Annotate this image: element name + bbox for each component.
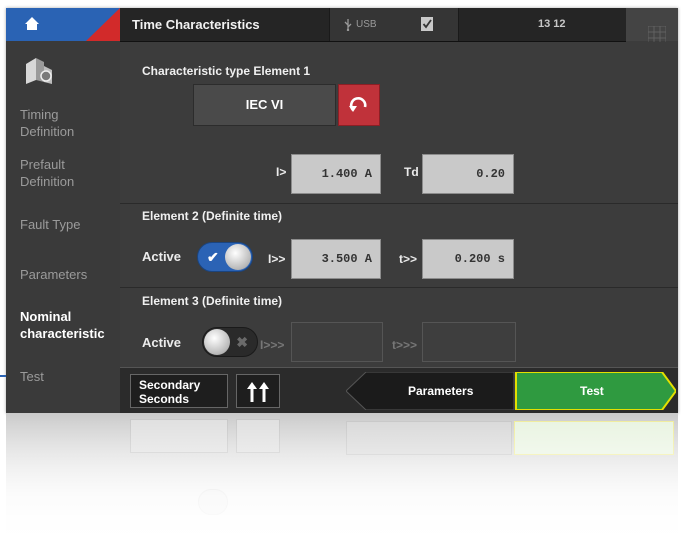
back-button[interactable]: Parameters bbox=[408, 384, 473, 398]
units-line2: Seconds bbox=[139, 392, 190, 406]
i3-threshold-label: I>>> bbox=[260, 338, 285, 352]
clock: 13 12 bbox=[538, 18, 566, 30]
sidebar-item-test[interactable]: Test bbox=[20, 368, 116, 385]
next-button[interactable]: Test bbox=[580, 384, 604, 398]
usb-icon bbox=[343, 18, 353, 34]
sidebar-item-fault-type[interactable]: Fault Type bbox=[20, 216, 116, 233]
td-label: Td bbox=[404, 165, 419, 179]
t2-field[interactable]: 0.200 s bbox=[422, 239, 514, 279]
t3-field[interactable] bbox=[422, 322, 516, 362]
i2-threshold-field[interactable]: 3.500 A bbox=[291, 239, 381, 279]
element3-title: Element 3 (Definite time) bbox=[142, 294, 283, 308]
usb-label: USB bbox=[356, 19, 377, 30]
x-icon: ✖ bbox=[236, 334, 248, 350]
units-line1: Secondary bbox=[139, 378, 201, 392]
accent-line bbox=[0, 375, 6, 377]
element1-title: Characteristic type Element 1 bbox=[142, 64, 311, 78]
reflection-fade bbox=[6, 413, 678, 549]
element3-active-label: Active bbox=[142, 335, 182, 350]
i3-threshold-field[interactable] bbox=[291, 322, 383, 362]
toggle-knob bbox=[204, 329, 230, 355]
nav-arrows bbox=[346, 372, 676, 410]
units-button[interactable]: Secondary Seconds bbox=[130, 374, 228, 408]
home-button[interactable] bbox=[6, 8, 120, 41]
i-threshold-field[interactable]: 1.400 A bbox=[291, 154, 381, 194]
divider bbox=[120, 287, 678, 288]
bottom-bar: Secondary Seconds Parameters Test bbox=[120, 367, 678, 413]
element2-active-toggle[interactable]: ✔ bbox=[197, 242, 253, 272]
usb-status[interactable]: USB bbox=[329, 8, 397, 41]
check-icon: ✔ bbox=[207, 249, 219, 265]
undo-button[interactable] bbox=[338, 84, 380, 126]
sidebar: Timing Definition Prefault Definition Fa… bbox=[6, 8, 120, 413]
settings-logo-icon bbox=[22, 54, 56, 93]
sidebar-item-timing-definition[interactable]: Timing Definition bbox=[20, 106, 116, 140]
i2-threshold-label: I>> bbox=[268, 252, 286, 266]
sidebar-item-nominal-characteristic[interactable]: Nominal characteristic bbox=[20, 308, 116, 342]
page-title: Time Characteristics bbox=[132, 17, 260, 32]
divider bbox=[120, 203, 678, 204]
home-icon bbox=[24, 16, 40, 36]
checklist-button[interactable] bbox=[396, 8, 459, 41]
element2-active-label: Active bbox=[142, 249, 182, 264]
toggle-knob bbox=[225, 244, 251, 270]
sidebar-item-parameters[interactable]: Parameters bbox=[20, 266, 116, 283]
element2-title: Element 2 (Definite time) bbox=[142, 209, 283, 223]
top-bar: Time Characteristics USB 13 12 bbox=[120, 8, 678, 60]
i-threshold-label: I> bbox=[276, 165, 287, 179]
main-panel: Characteristic type Element 1 IEC VI I> … bbox=[120, 42, 678, 367]
screen-reflection bbox=[6, 413, 678, 549]
characteristic-type-button[interactable]: IEC VI bbox=[193, 84, 336, 126]
status-corner bbox=[86, 8, 120, 41]
t3-label: t>>> bbox=[392, 338, 418, 352]
sort-button[interactable] bbox=[236, 374, 280, 408]
checklist-icon bbox=[420, 16, 434, 37]
t2-label: t>> bbox=[399, 252, 418, 266]
device-screen: Timing Definition Prefault Definition Fa… bbox=[6, 8, 678, 413]
undo-icon bbox=[349, 96, 369, 119]
td-field[interactable]: 0.20 bbox=[422, 154, 514, 194]
up-arrows-icon bbox=[246, 381, 270, 408]
element3-active-toggle[interactable]: ✖ bbox=[202, 327, 258, 357]
sidebar-item-prefault-definition[interactable]: Prefault Definition bbox=[20, 156, 116, 190]
